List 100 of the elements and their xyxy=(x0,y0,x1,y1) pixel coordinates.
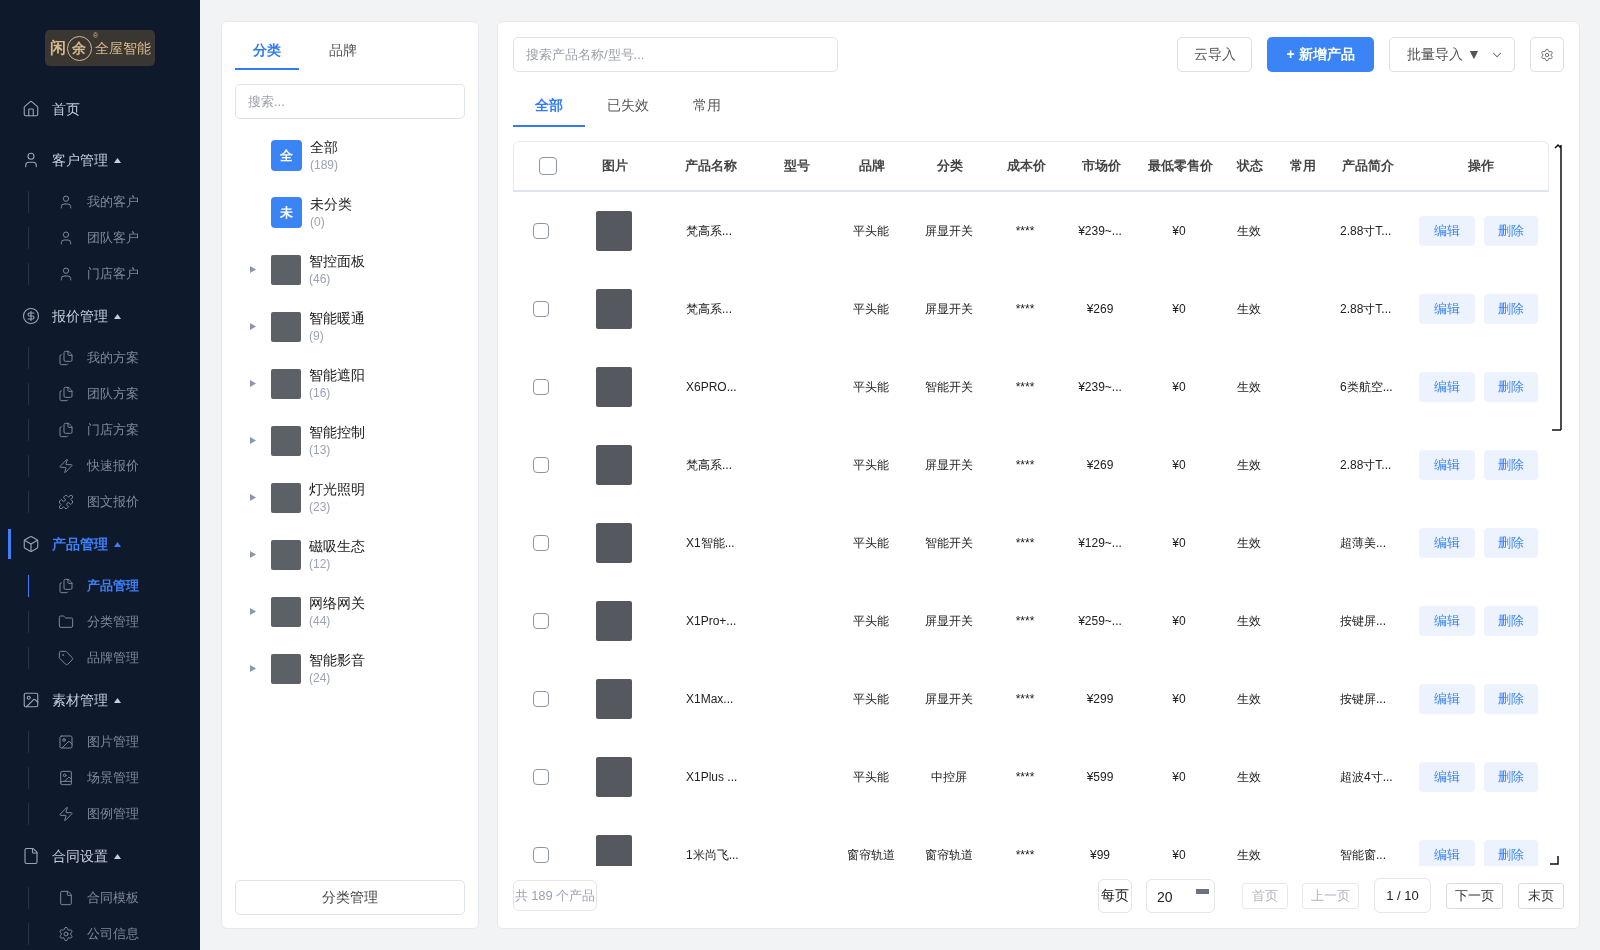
nav-subitem[interactable]: 品牌管理 xyxy=(28,647,192,669)
edit-button[interactable]: 编辑 xyxy=(1419,528,1475,558)
tab[interactable]: 品牌 xyxy=(311,32,375,70)
category-name[interactable]: 智能控制 xyxy=(309,422,365,442)
caret-right-icon[interactable] xyxy=(250,608,256,615)
search-field[interactable]: 搜索产品名称/型号... xyxy=(513,37,838,72)
delete-button[interactable]: 删除 xyxy=(1484,294,1538,324)
category-name[interactable]: 智控面板 xyxy=(309,251,365,271)
product-brand: 平头能 xyxy=(853,535,889,552)
category-name[interactable]: 未分类 xyxy=(310,194,352,214)
checkbox[interactable] xyxy=(532,613,549,629)
delete-button[interactable]: 删除 xyxy=(1484,762,1538,792)
nav-subitem[interactable]: 门店方案 xyxy=(28,419,192,441)
category-name[interactable]: 全部 xyxy=(310,137,338,157)
checkbox[interactable] xyxy=(532,769,549,785)
edit-button[interactable]: 编辑 xyxy=(1419,606,1475,636)
category-name[interactable]: 灯光照明 xyxy=(309,479,365,499)
category-name[interactable]: 智能暖通 xyxy=(309,308,365,328)
caret-right-icon[interactable] xyxy=(250,551,256,558)
delete-button[interactable]: 删除 xyxy=(1484,216,1538,246)
column-header: 成本价 xyxy=(1006,157,1046,176)
category-count: (12) xyxy=(309,556,332,573)
delete-button[interactable]: 删除 xyxy=(1484,528,1538,558)
pager-button[interactable]: 下一页 xyxy=(1446,882,1503,909)
nav-subitem[interactable]: 图片管理 xyxy=(28,731,192,753)
nav-subitem[interactable]: 图文报价 xyxy=(28,491,192,513)
nav-item[interactable]: 首页 xyxy=(8,94,192,124)
logo-text: 闲 xyxy=(49,40,66,56)
nav-subitem[interactable]: 团队客户 xyxy=(28,227,192,249)
nav-item[interactable]: 客户管理 xyxy=(8,145,192,175)
nav-subitem[interactable]: 我的方案 xyxy=(28,347,192,369)
tab[interactable]: 分类 xyxy=(235,32,299,70)
category-name[interactable]: 磁吸生态 xyxy=(309,536,365,556)
delete-button[interactable]: 删除 xyxy=(1484,606,1538,636)
nav-subitem[interactable]: 团队方案 xyxy=(28,383,192,405)
batch-import-dropdown[interactable]: 批量导入 ▼ xyxy=(1389,37,1515,72)
category-photo xyxy=(271,596,301,627)
checkbox[interactable] xyxy=(532,691,549,707)
checkbox[interactable] xyxy=(532,535,549,551)
home-icon xyxy=(22,100,40,118)
product-name: 梵高系... xyxy=(686,301,732,318)
delete-button[interactable]: 删除 xyxy=(1484,450,1538,480)
tab[interactable]: 全部 xyxy=(513,86,585,127)
folder-icon xyxy=(58,614,74,630)
category-name[interactable]: 智能遮阳 xyxy=(309,365,365,385)
nav-subitem[interactable]: 门店客户 xyxy=(28,263,192,285)
caret-right-icon[interactable] xyxy=(250,323,256,330)
nav-subitem[interactable]: 分类管理 xyxy=(28,611,192,633)
delete-button[interactable]: 删除 xyxy=(1484,840,1538,866)
caret-right-icon[interactable] xyxy=(250,665,256,672)
edit-button[interactable]: 编辑 xyxy=(1419,840,1475,866)
edit-button[interactable]: 编辑 xyxy=(1419,450,1475,480)
page-size-select[interactable]: 20 xyxy=(1146,878,1215,913)
nav-item[interactable]: 报价管理 xyxy=(8,301,192,331)
resize-handle-icon[interactable] xyxy=(1549,855,1559,865)
checkbox[interactable] xyxy=(532,847,549,863)
tab[interactable]: 常用 xyxy=(671,86,743,127)
nav-subitem[interactable]: 场景管理 xyxy=(28,767,192,789)
category-name[interactable]: 网络网关 xyxy=(309,593,365,613)
category-name[interactable]: 智能影音 xyxy=(309,650,365,670)
nav-item[interactable]: 产品管理 xyxy=(8,529,192,559)
edit-button[interactable]: 编辑 xyxy=(1419,762,1475,792)
checkbox[interactable] xyxy=(532,223,549,239)
caret-right-icon[interactable] xyxy=(250,437,256,444)
search-field[interactable]: 搜索... xyxy=(235,84,465,119)
caret-right-icon[interactable] xyxy=(250,494,256,501)
delete-button[interactable]: 删除 xyxy=(1484,372,1538,402)
nav-subitem[interactable]: 合同模板 xyxy=(28,887,192,909)
checkbox[interactable] xyxy=(532,457,549,473)
edit-button[interactable]: 编辑 xyxy=(1419,216,1475,246)
nav-subitem[interactable]: 公司信息 xyxy=(28,923,192,945)
nav-subitem[interactable]: 快速报价 xyxy=(28,455,192,477)
category-manage-button[interactable]: 分类管理 xyxy=(235,880,465,915)
scrollbar-thumb[interactable] xyxy=(1549,143,1563,431)
nav-item[interactable]: 素材管理 xyxy=(8,685,192,715)
product-intro: 按键屏... xyxy=(1340,691,1386,708)
tab[interactable]: 已失效 xyxy=(592,86,664,127)
caret-right-icon[interactable] xyxy=(250,266,256,273)
market-price: ¥269 xyxy=(1086,457,1114,474)
category-count: (44) xyxy=(309,613,332,630)
document-icon xyxy=(58,890,74,906)
delete-button[interactable]: 删除 xyxy=(1484,684,1538,714)
pager-button[interactable]: 末页 xyxy=(1518,882,1564,909)
checkbox[interactable] xyxy=(538,157,557,175)
nav-subitem[interactable]: 产品管理 xyxy=(28,575,192,597)
lightning-icon xyxy=(58,458,74,474)
add-product-button[interactable]: + 新增产品 xyxy=(1267,37,1374,72)
edit-button[interactable]: 编辑 xyxy=(1419,294,1475,324)
cloud-import-button[interactable]: 云导入 xyxy=(1177,37,1252,72)
edit-button[interactable]: 编辑 xyxy=(1419,372,1475,402)
caret-right-icon[interactable] xyxy=(250,380,256,387)
nav-item[interactable]: 合同设置 xyxy=(8,841,192,871)
nav-subitem[interactable]: 图例管理 xyxy=(28,803,192,825)
settings-button[interactable] xyxy=(1530,37,1564,72)
category-photo xyxy=(271,368,301,399)
edit-button[interactable]: 编辑 xyxy=(1419,684,1475,714)
nav-subitem[interactable]: 我的客户 xyxy=(28,191,192,213)
checkbox[interactable] xyxy=(532,301,549,317)
min-retail-price: ¥0 xyxy=(1172,535,1186,552)
checkbox[interactable] xyxy=(532,379,549,395)
